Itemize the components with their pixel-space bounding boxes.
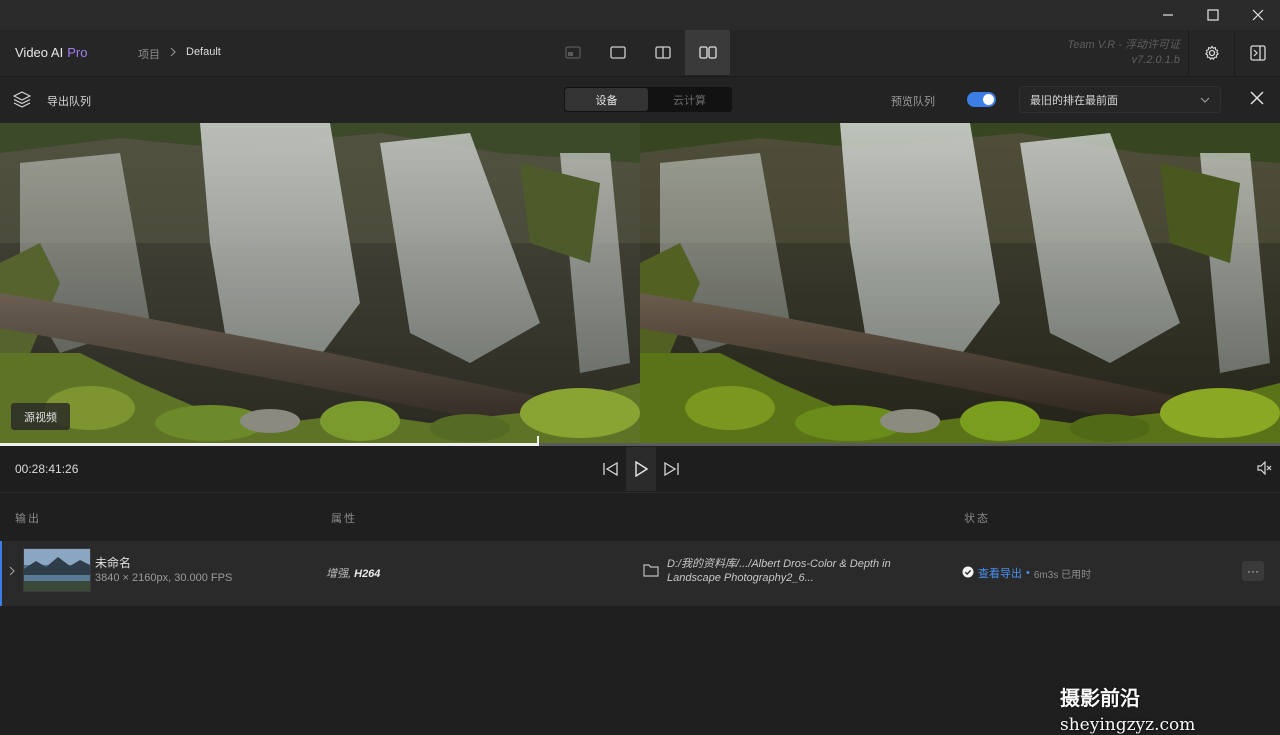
video-thumbnail: [23, 548, 91, 592]
output-attributes: 增强, H264: [326, 565, 380, 581]
sort-order-select[interactable]: 最旧的排在最前面: [1019, 86, 1221, 113]
sort-order-value: 最旧的排在最前面: [1030, 94, 1118, 107]
compute-target-toggle: 设备 云计算: [564, 87, 732, 112]
license-info: Team V.R - 浮动许可证 v7.2.0.1.b: [1068, 38, 1180, 68]
export-status: 查看导出 • 6m3s 已用时: [962, 565, 1091, 581]
gear-icon[interactable]: [1188, 30, 1235, 76]
chevron-right-icon: [169, 46, 177, 61]
codec-label: H264: [354, 568, 381, 580]
source-preview[interactable]: [0, 123, 640, 443]
status-separator: •: [1026, 567, 1030, 579]
source-video-label: 源视频: [11, 403, 70, 430]
elapsed-time: 6m3s 已用时: [1033, 569, 1092, 581]
breadcrumb-current: Default: [186, 46, 221, 58]
layers-icon: [12, 91, 32, 111]
app-name: Video AI: [15, 45, 64, 60]
single-view-icon[interactable]: [550, 30, 595, 75]
app-brand: Video AI Pro: [15, 45, 87, 60]
export-queue-title: 导出队列: [47, 96, 91, 108]
close-icon[interactable]: [1236, 0, 1280, 30]
play-icon[interactable]: [626, 447, 656, 491]
license-type: Team V.R - 浮动许可证: [1067, 39, 1180, 51]
column-status: 状态: [964, 513, 990, 525]
split-view-icon[interactable]: [640, 30, 685, 75]
window-titlebar: [0, 0, 1280, 30]
check-circle-icon: [962, 566, 974, 581]
previous-frame-icon[interactable]: [596, 447, 626, 491]
output-only-view-icon[interactable]: [595, 30, 640, 75]
side-panel-icon[interactable]: [1234, 30, 1280, 76]
preview-queue-switch[interactable]: [967, 92, 996, 107]
breadcrumb-projects[interactable]: 项目: [138, 46, 160, 62]
side-by-side-view-icon[interactable]: [685, 30, 730, 75]
watermark: 摄影前沿 sheyingzyz.com: [1060, 682, 1280, 735]
column-attributes: 属性: [331, 513, 357, 525]
chevron-down-icon: [1200, 94, 1210, 106]
output-preview[interactable]: [640, 123, 1280, 443]
switch-knob: [983, 94, 994, 105]
current-time: 00:28:41:26: [15, 462, 79, 476]
close-queue-icon[interactable]: [1249, 90, 1265, 109]
view-export-link[interactable]: 查看导出: [978, 565, 1022, 581]
watermark-cn: 摄影前沿: [1060, 686, 1140, 710]
next-frame-icon[interactable]: [656, 447, 686, 491]
row-selection-indicator: [0, 541, 2, 606]
expand-row-icon[interactable]: [8, 565, 16, 580]
segment-cloud[interactable]: 云计算: [648, 88, 731, 111]
watermark-latin: sheyingzyz.com: [1060, 715, 1196, 735]
enhancement-label: 增强,: [326, 568, 355, 580]
output-path[interactable]: D:/我的资料库/.../Albert Dros-Color & Depth i…: [667, 557, 927, 585]
output-name: 未命名: [95, 556, 132, 570]
app-version: v7.2.0.1.b: [1131, 54, 1180, 66]
output-resolution: 3840 × 2160px, 30.000 FPS: [95, 572, 233, 584]
mute-icon[interactable]: [1257, 460, 1273, 478]
column-output: 输出: [15, 513, 41, 525]
app-edition: Pro: [67, 45, 88, 60]
preview-queue-label: 预览队列: [891, 96, 935, 108]
minimize-icon[interactable]: [1146, 0, 1190, 30]
segment-device[interactable]: 设备: [565, 88, 648, 111]
maximize-icon[interactable]: [1191, 0, 1235, 30]
more-options-button[interactable]: ···: [1242, 561, 1264, 581]
folder-icon[interactable]: [643, 563, 659, 580]
